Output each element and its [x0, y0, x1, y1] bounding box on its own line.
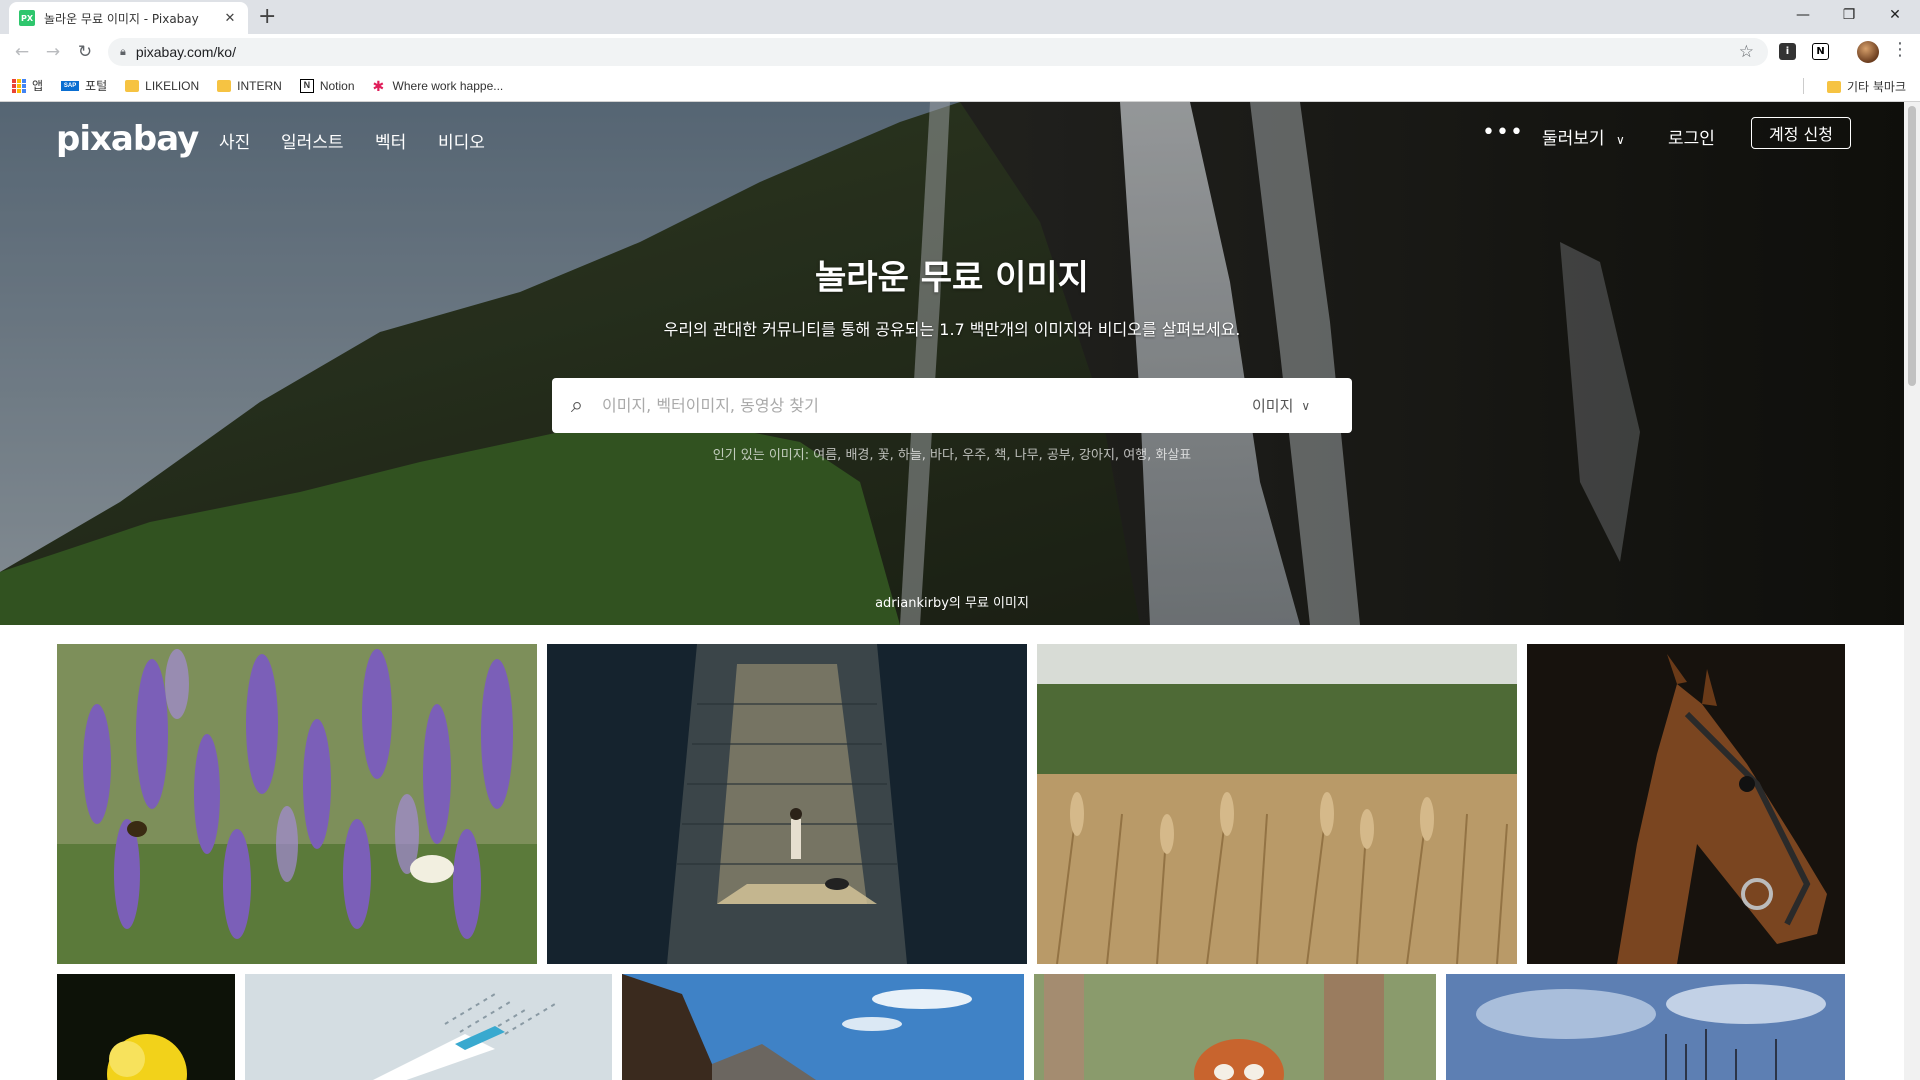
browser-tab-strip: PX 놀라운 무료 이미지 - Pixabay ✕ + — ❐ ✕: [0, 0, 1920, 34]
popular-tag[interactable]: 꽃: [878, 448, 890, 463]
popular-tag[interactable]: 화살표: [1155, 448, 1191, 463]
search-bar: ⌕ 이미지 ∨: [552, 378, 1352, 433]
bookmark-other[interactable]: 기타 북마크: [1826, 78, 1906, 95]
forward-icon[interactable]: →: [41, 40, 65, 64]
tab-title: 놀라운 무료 이미지 - Pixabay: [44, 11, 199, 26]
bookmark-intern[interactable]: INTERN: [217, 79, 282, 93]
explore-label: 둘러보기: [1542, 129, 1605, 149]
notion-icon: N: [299, 78, 314, 93]
bookmark-likelion[interactable]: LIKELION: [125, 79, 199, 93]
popular-tag[interactable]: 하늘: [898, 448, 922, 463]
harbor-photo[interactable]: [1446, 974, 1845, 1080]
popular-label: 인기 있는 이미지:: [712, 448, 810, 463]
red-panda-photo[interactable]: [1034, 974, 1436, 1080]
more-menu-icon[interactable]: •••: [1482, 120, 1524, 145]
lock-icon: 🔒︎: [120, 45, 126, 58]
url-text: pixabay.com/ko/: [135, 44, 236, 60]
popular-tag[interactable]: 우주: [962, 448, 986, 463]
popular-searches: 인기 있는 이미지: 여름, 배경, 꽃, 하늘, 바다, 우주, 책, 나무,…: [712, 448, 1192, 463]
chevron-down-icon: ∨: [1615, 133, 1625, 147]
reload-icon[interactable]: ↻: [73, 40, 97, 64]
slack-icon: ✱: [372, 77, 385, 94]
nav-videos[interactable]: 비디오: [438, 128, 485, 153]
bookmarks-bar: 앱 SAP 포털 LIKELION INTERN N Notion ✱ Wher…: [0, 70, 1920, 102]
apps-icon: [12, 78, 26, 93]
bookmark-star-icon[interactable]: ☆: [1739, 42, 1754, 62]
hero-waterfall-image: [0, 102, 1904, 625]
signup-button[interactable]: 계정 신청: [1751, 117, 1851, 149]
wheat-photo[interactable]: [1037, 644, 1517, 964]
extension-info-icon[interactable]: i: [1779, 43, 1796, 60]
bookmarks-divider: [1803, 78, 1804, 94]
back-icon[interactable]: ←: [10, 40, 34, 64]
popular-tag[interactable]: 강아지: [1079, 448, 1115, 463]
browser-tab[interactable]: PX 놀라운 무료 이미지 - Pixabay ✕: [9, 2, 248, 34]
popular-tag[interactable]: 나무: [1015, 448, 1039, 463]
popular-tag[interactable]: 여름: [813, 448, 837, 463]
search-icon[interactable]: ⌕: [552, 393, 602, 418]
horse-photo[interactable]: [1527, 644, 1845, 964]
bookmark-label: 앱: [32, 79, 44, 93]
nav-photos[interactable]: 사진: [219, 128, 250, 153]
login-link[interactable]: 로그인: [1668, 124, 1715, 149]
nav-illustrations[interactable]: 일러스트: [281, 128, 344, 153]
bookmark-apps[interactable]: 앱: [12, 77, 43, 94]
bookmark-label: INTERN: [237, 78, 282, 93]
page-viewport: pixabay 사진 일러스트 벡터 비디오 ••• 둘러보기 ∨ 로그인 계정…: [0, 102, 1904, 1080]
pixabay-logo[interactable]: pixabay: [56, 119, 199, 159]
mountain-photo[interactable]: [622, 974, 1024, 1080]
page-scrollbar[interactable]: [1904, 102, 1920, 1080]
bookmark-label: Where work happe...: [392, 78, 504, 93]
tab-close-icon[interactable]: ✕: [222, 11, 238, 26]
bookmark-label: 기타 북마크: [1846, 80, 1906, 94]
restore-icon[interactable]: ❐: [1826, 0, 1872, 30]
lavender-photo[interactable]: [57, 644, 537, 964]
search-input[interactable]: [602, 385, 1252, 426]
image-credit[interactable]: adriankirby의 무료 이미지: [0, 592, 1904, 611]
address-bar[interactable]: 🔒︎ pixabay.com/ko/ ☆: [108, 38, 1768, 66]
bookmark-label: Notion: [319, 78, 355, 93]
browser-toolbar: ← → ↻ 🔒︎ pixabay.com/ko/ ☆ i N ⋮: [0, 34, 1920, 70]
popular-tag[interactable]: 책: [994, 448, 1006, 463]
window-close-icon[interactable]: ✕: [1872, 0, 1918, 30]
bookmark-label: LIKELION: [145, 78, 200, 93]
browser-menu-icon[interactable]: ⋮: [1891, 39, 1909, 60]
popular-tag[interactable]: 여행: [1123, 448, 1147, 463]
scrollbar-thumb[interactable]: [1908, 106, 1916, 386]
profile-avatar[interactable]: [1857, 41, 1879, 63]
bookmark-notion[interactable]: N Notion: [299, 78, 355, 93]
bookmark-slack[interactable]: ✱ Where work happe...: [373, 79, 504, 93]
explore-dropdown[interactable]: 둘러보기 ∨: [1542, 124, 1625, 149]
sap-icon: SAP: [61, 80, 80, 91]
pixabay-favicon-icon: PX: [19, 10, 35, 26]
hero-subtitle: 우리의 관대한 커뮤니티를 통해 공유되는 1.7 백만개의 이미지와 비디오를…: [663, 320, 1241, 339]
staircase-photo[interactable]: [547, 644, 1027, 964]
hero-banner: pixabay 사진 일러스트 벡터 비디오 ••• 둘러보기 ∨ 로그인 계정…: [0, 102, 1904, 625]
folder-icon: [125, 79, 140, 92]
search-type-dropdown[interactable]: 이미지 ∨: [1252, 395, 1352, 416]
minimize-icon[interactable]: —: [1780, 0, 1826, 30]
popular-tag[interactable]: 배경: [845, 448, 869, 463]
chevron-down-icon: ∨: [1301, 398, 1311, 413]
bookmark-label: 포털: [85, 79, 108, 93]
new-tab-icon[interactable]: +: [258, 4, 276, 30]
search-type-label: 이미지: [1252, 397, 1294, 415]
folder-icon: [217, 79, 232, 92]
yellow-flower-photo[interactable]: [57, 974, 235, 1080]
popular-tag[interactable]: 바다: [930, 448, 954, 463]
hero-title: 놀라운 무료 이미지: [815, 258, 1089, 298]
nav-vectors[interactable]: 벡터: [375, 128, 406, 153]
folder-icon: [1826, 80, 1841, 93]
bookmark-portal[interactable]: SAP 포털: [61, 77, 107, 94]
notion-extension-icon[interactable]: N: [1812, 43, 1829, 60]
illustration-photo[interactable]: [245, 974, 612, 1080]
popular-tag[interactable]: 공부: [1047, 448, 1071, 463]
